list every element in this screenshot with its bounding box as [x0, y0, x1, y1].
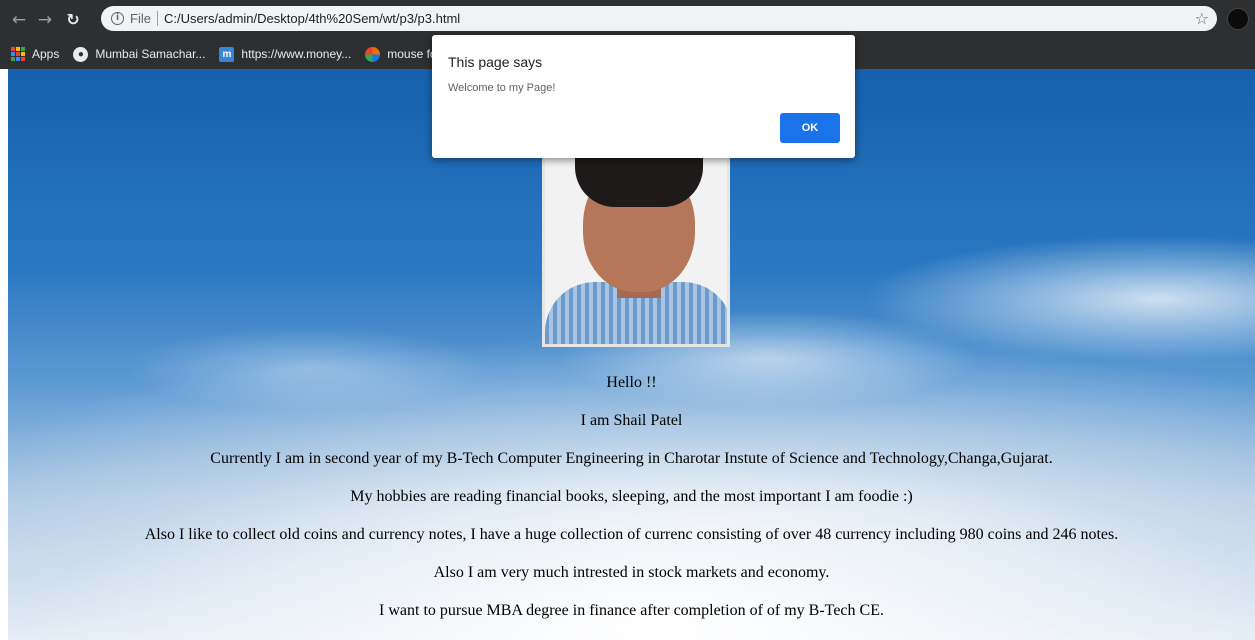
info-icon[interactable]: i — [111, 12, 124, 25]
browser-toolbar: ← → ↻ i File C:/Users/admin/Desktop/4th%… — [0, 0, 1255, 39]
profile-photo — [542, 149, 730, 347]
address-bar[interactable]: i File C:/Users/admin/Desktop/4th%20Sem/… — [101, 6, 1217, 31]
dialog-title: This page says — [448, 54, 543, 70]
apps-grid-icon — [11, 47, 25, 61]
hobbies-line: My hobbies are reading financial books, … — [350, 488, 913, 505]
address-scheme: File — [130, 11, 151, 26]
name-line: I am Shail Patel — [580, 412, 683, 429]
ok-button[interactable]: OK — [780, 113, 840, 143]
bookmark-apps[interactable]: Apps — [11, 47, 59, 61]
back-arrow-icon[interactable]: ← — [8, 9, 30, 31]
reload-icon[interactable]: ↻ — [62, 9, 84, 31]
moneycontrol-icon: m — [219, 46, 235, 62]
address-separator — [156, 11, 158, 26]
alert-dialog: This page says Welcome to my Page! OK — [432, 35, 855, 158]
colorful-circle-icon — [365, 46, 381, 62]
goal-line: I want to pursue MBA degree in finance a… — [379, 602, 884, 619]
education-line: Currently I am in second year of my B-Te… — [210, 450, 1053, 467]
bookmark-mouse[interactable]: mouse fo — [365, 46, 437, 62]
bookmark-label: https://www.money... — [241, 47, 352, 61]
photo-hair — [575, 152, 703, 207]
bookmark-label: mouse fo — [387, 47, 437, 61]
intro-text: Hello !! I am Shail Patel Currently I am… — [8, 363, 1255, 629]
dialog-message: Welcome to my Page! — [448, 82, 556, 94]
bookmark-moneycontrol[interactable]: m https://www.money... — [219, 46, 352, 62]
bookmark-star-icon[interactable]: ☆ — [1195, 9, 1209, 28]
bookmark-label: Mumbai Samachar... — [95, 47, 206, 61]
address-url[interactable]: C:/Users/admin/Desktop/4th%20Sem/wt/p3/p… — [164, 11, 460, 26]
interest-line: Also I am very much intrested in stock m… — [433, 564, 830, 581]
globe-icon: ● — [73, 46, 89, 62]
bookmark-label: Apps — [32, 47, 60, 61]
collection-line: Also I like to collect old coins and cur… — [144, 526, 1119, 543]
bookmark-mumbai-samachar[interactable]: ● Mumbai Samachar... — [73, 46, 206, 62]
profile-avatar[interactable] — [1227, 8, 1249, 30]
greeting-line: Hello !! — [606, 374, 657, 391]
forward-arrow-icon[interactable]: → — [34, 9, 56, 31]
